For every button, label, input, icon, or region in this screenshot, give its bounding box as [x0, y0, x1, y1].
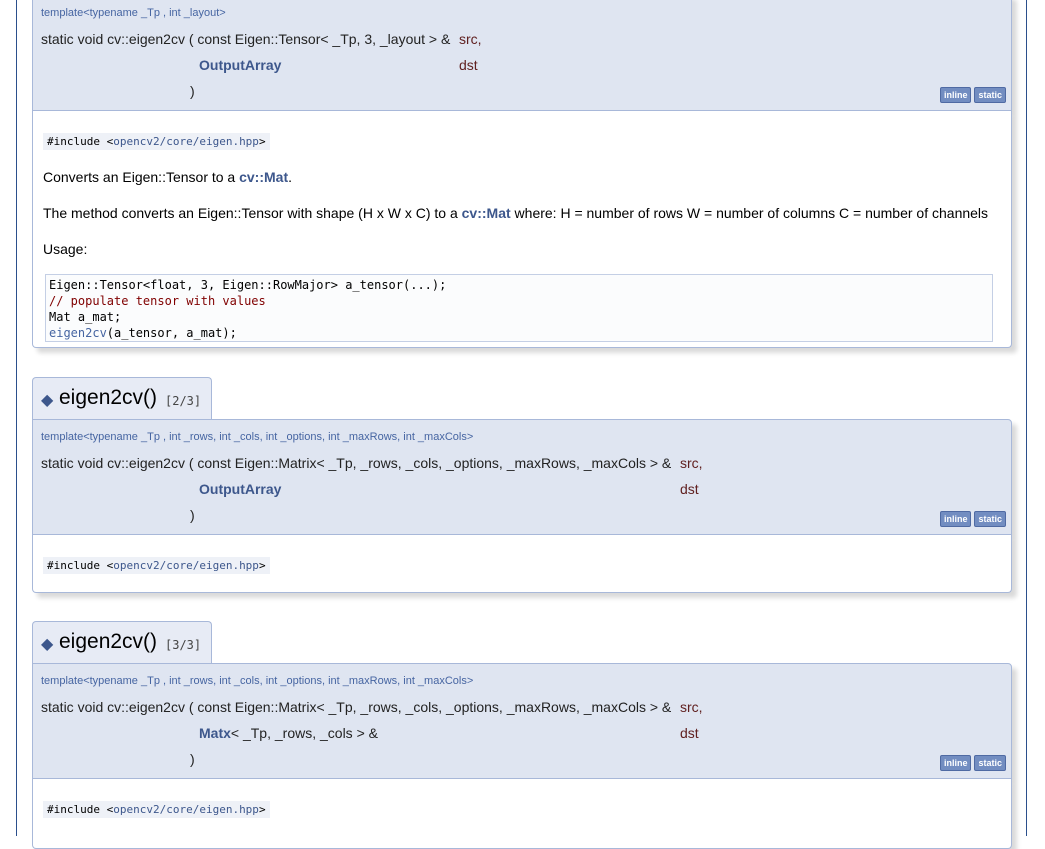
cv-mat-link[interactable]: cv::Mat	[239, 169, 288, 185]
function-signature: static void cv::eigen2cv ( const Eigen::…	[41, 455, 672, 471]
code-line-4: eigen2cv(a_tensor, a_mat);	[49, 325, 989, 341]
badge-inline: inline	[939, 755, 972, 771]
param-dst: dst	[680, 481, 699, 497]
param-src: src,	[680, 455, 703, 471]
template-declaration: template<typename _Tp , int _rows, int _…	[41, 431, 474, 443]
page-frame-left	[16, 0, 17, 836]
include-directive: #include <opencv2/core/eigen.hpp>	[43, 557, 270, 574]
member-doc-2: #include <opencv2/core/eigen.hpp>	[32, 535, 1012, 593]
include-keyword: #include <	[47, 559, 114, 572]
include-close: >	[258, 559, 266, 572]
member-name: eigen2cv()	[59, 630, 158, 653]
type-link-matx[interactable]: Matx	[199, 725, 231, 741]
signature-close-paren: )	[190, 507, 195, 523]
badge-static: static	[974, 755, 1006, 771]
badge-static: static	[974, 87, 1006, 103]
include-close: >	[258, 135, 266, 148]
param-dst: dst	[680, 725, 699, 741]
member-badges: inline static	[937, 509, 1006, 527]
include-keyword: #include <	[47, 135, 114, 148]
param-src: src,	[459, 31, 482, 47]
member-doc-1: #include <opencv2/core/eigen.hpp> Conver…	[32, 111, 1012, 348]
member-prototype-2: template<typename _Tp , int _rows, int _…	[32, 419, 1012, 535]
include-keyword: #include <	[47, 803, 114, 816]
code-line-4-rest: (a_tensor, a_mat);	[106, 326, 237, 340]
function-signature: static void cv::eigen2cv ( const Eigen::…	[41, 699, 672, 715]
diamond-icon: ◆	[41, 392, 54, 409]
member-prototype-3: template<typename _Tp , int _rows, int _…	[32, 663, 1012, 779]
member-title-2: ◆ eigen2cv() [2/3]	[32, 377, 212, 419]
detail-text: The method converts an Eigen::Tensor wit…	[43, 205, 462, 221]
include-path-link[interactable]: opencv2/core/eigen.hpp	[113, 559, 259, 572]
include-directive: #include <opencv2/core/eigen.hpp>	[43, 801, 270, 818]
overload-index: [3/3]	[165, 638, 202, 652]
badge-inline: inline	[939, 87, 972, 103]
code-fragment: Eigen::Tensor<float, 3, Eigen::RowMajor>…	[45, 274, 993, 342]
include-close: >	[258, 803, 266, 816]
signature-close-paren: )	[190, 83, 195, 99]
overload-index: [2/3]	[165, 394, 202, 408]
template-declaration: template<typename _Tp , int _rows, int _…	[41, 675, 474, 687]
cv-mat-link-2[interactable]: cv::Mat	[462, 205, 511, 221]
member-prototype-1: template<typename _Tp , int _layout> sta…	[32, 0, 1012, 111]
code-line-2-comment: // populate tensor with values	[49, 294, 266, 308]
template-declaration: template<typename _Tp , int _layout>	[41, 7, 226, 19]
badge-static: static	[974, 511, 1006, 527]
badge-inline: inline	[939, 511, 972, 527]
signature-close-paren: )	[190, 751, 195, 767]
type-link-outputarray[interactable]: OutputArray	[199, 481, 281, 497]
param-type-matx: Matx< _Tp, _rows, _cols > &	[199, 725, 378, 741]
member-badges: inline static	[937, 85, 1006, 103]
member-doc-3: #include <opencv2/core/eigen.hpp>	[32, 779, 1012, 849]
include-path-link[interactable]: opencv2/core/eigen.hpp	[113, 803, 259, 816]
function-signature: static void cv::eigen2cv ( const Eigen::…	[41, 31, 451, 47]
diamond-icon: ◆	[41, 636, 54, 653]
param-src: src,	[680, 699, 703, 715]
member-title-3: ◆ eigen2cv() [3/3]	[32, 621, 212, 663]
type-link-outputarray[interactable]: OutputArray	[199, 57, 281, 73]
member-name: eigen2cv()	[59, 386, 158, 409]
detailed-description: The method converts an Eigen::Tensor wit…	[43, 205, 988, 221]
include-directive: #include <opencv2/core/eigen.hpp>	[43, 133, 270, 150]
detail-end: where: H = number of rows W = number of …	[510, 205, 989, 221]
usage-label: Usage:	[43, 241, 88, 257]
param-dst: dst	[459, 57, 478, 73]
member-badges: inline static	[937, 753, 1006, 771]
matx-template-args: < _Tp, _rows, _cols > &	[230, 725, 378, 741]
code-line-1: Eigen::Tensor<float, 3, Eigen::RowMajor>…	[49, 278, 447, 292]
include-path-link[interactable]: opencv2/core/eigen.hpp	[113, 135, 259, 148]
brief-description: Converts an Eigen::Tensor to a cv::Mat.	[43, 169, 292, 185]
page-frame-right	[1026, 0, 1027, 836]
brief-text: Converts an Eigen::Tensor to a	[43, 169, 240, 185]
eigen2cv-code-link[interactable]: eigen2cv	[49, 326, 107, 340]
code-line-3: Mat a_mat;	[49, 310, 122, 324]
brief-end: .	[288, 169, 293, 185]
